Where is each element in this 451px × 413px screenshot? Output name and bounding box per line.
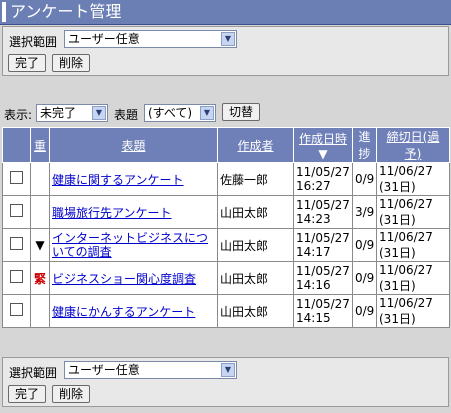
row-checkbox[interactable] (10, 303, 23, 316)
chevron-down-icon: ▼ (92, 106, 106, 120)
page-title: アンケート管理 (10, 2, 122, 21)
header-checkbox (2, 127, 31, 163)
title-filter-select[interactable]: (すべて) ▼ (144, 104, 216, 122)
range-select-value: ユーザー任意 (68, 363, 140, 377)
row-deadline: 11/06/27 (31日) (376, 195, 450, 229)
chevron-down-icon: ▼ (221, 363, 235, 377)
row-created: 11/05/27 14:23 (293, 195, 353, 229)
table-row: 緊 ビジネスショー関心度調査 山田太郎 11/05/27 14:16 0/9 11… (2, 261, 450, 295)
urgent-icon: 緊 (30, 261, 50, 295)
survey-title-link[interactable]: インターネットビジネスについての調査 (52, 231, 208, 259)
row-checkbox[interactable] (10, 204, 23, 217)
survey-table: 重 表題 作成者 作成日時 ▼ 進捗 締切日(過 予) 健康に関するアンケート 佐… (2, 127, 450, 328)
table-header-row: 重 表題 作成者 作成日時 ▼ 進捗 締切日(過 予) (2, 127, 450, 163)
range-label: 選択範囲 (9, 366, 58, 380)
row-checkbox[interactable] (10, 171, 23, 184)
priority-low-icon: ▼ (30, 228, 50, 262)
switch-button[interactable]: 切替 (222, 103, 260, 121)
survey-title-link[interactable]: 健康にかんするアンケート (52, 305, 195, 319)
row-deadline: 11/06/27 (31日) (376, 228, 450, 262)
range-select[interactable]: ユーザー任意 ▼ (64, 361, 237, 379)
sort-desc-icon: ▼ (318, 146, 328, 161)
complete-button[interactable]: 完了 (8, 385, 46, 403)
row-priority (30, 195, 50, 229)
row-progress: 0/9 (352, 228, 377, 262)
header-author[interactable]: 作成者 (217, 127, 294, 163)
header-progress: 進捗 (352, 127, 377, 163)
header-priority[interactable]: 重 (30, 127, 50, 163)
table-row: 健康に関するアンケート 佐藤一郎 11/05/27 16:27 0/9 11/06… (2, 162, 450, 196)
complete-button[interactable]: 完了 (8, 54, 46, 72)
range-label: 選択範囲 (9, 35, 58, 49)
row-created: 11/05/27 14:17 (293, 228, 353, 262)
title-filter-value: (すべて) (148, 106, 193, 120)
filter-toolbar: 表示: 未完了 ▼ 表題 (すべて) ▼ 切替 (2, 101, 449, 125)
row-author: 山田太郎 (217, 228, 294, 262)
row-deadline: 11/06/27 (31日) (376, 261, 450, 295)
header-deadline[interactable]: 締切日(過 予) (376, 127, 450, 163)
survey-title-link[interactable]: 職場旅行先アンケート (52, 206, 172, 220)
row-created: 11/05/27 16:27 (293, 162, 353, 196)
title-bar: アンケート管理 (0, 0, 451, 25)
row-author: 山田太郎 (217, 294, 294, 328)
display-select-value: 未完了 (40, 106, 77, 120)
row-author: 山田太郎 (217, 195, 294, 229)
row-author: 山田太郎 (217, 261, 294, 295)
row-created: 11/05/27 14:16 (293, 261, 353, 295)
row-progress: 3/9 (352, 195, 377, 229)
chevron-down-icon: ▼ (221, 32, 235, 46)
title-filter-label: 表題 (114, 108, 139, 122)
survey-title-link[interactable]: 健康に関するアンケート (52, 173, 184, 187)
row-deadline: 11/06/27 (31日) (376, 294, 450, 328)
row-progress: 0/9 (352, 294, 377, 328)
table-row: 職場旅行先アンケート 山田太郎 11/05/27 14:23 3/9 11/06/… (2, 195, 450, 229)
bottom-action-panel: 選択範囲 ユーザー任意 ▼ 完了 削除 (2, 357, 449, 407)
display-label: 表示: (4, 108, 33, 122)
row-created: 11/05/27 14:15 (293, 294, 353, 328)
range-select[interactable]: ユーザー任意 ▼ (64, 30, 237, 48)
header-title[interactable]: 表題 (49, 127, 218, 163)
survey-title-link[interactable]: ビジネスショー関心度調査 (52, 272, 196, 286)
row-checkbox[interactable] (10, 237, 23, 250)
row-priority (30, 294, 50, 328)
title-accent (2, 2, 6, 22)
table-row: ▼ インターネットビジネスについての調査 山田太郎 11/05/27 14:17 … (2, 228, 450, 262)
display-select[interactable]: 未完了 ▼ (36, 104, 108, 122)
row-priority (30, 162, 50, 196)
chevron-down-icon: ▼ (200, 106, 214, 120)
row-deadline: 11/06/27 (31日) (376, 162, 450, 196)
row-progress: 0/9 (352, 162, 377, 196)
range-select-value: ユーザー任意 (68, 32, 140, 46)
row-progress: 0/9 (352, 261, 377, 295)
row-checkbox[interactable] (10, 270, 23, 283)
header-created[interactable]: 作成日時 ▼ (293, 127, 353, 163)
delete-button[interactable]: 削除 (52, 54, 90, 72)
row-author: 佐藤一郎 (217, 162, 294, 196)
delete-button[interactable]: 削除 (52, 385, 90, 403)
top-action-panel: 選択範囲 ユーザー任意 ▼ 完了 削除 (2, 26, 449, 76)
table-row: 健康にかんするアンケート 山田太郎 11/05/27 14:15 0/9 11/0… (2, 294, 450, 328)
